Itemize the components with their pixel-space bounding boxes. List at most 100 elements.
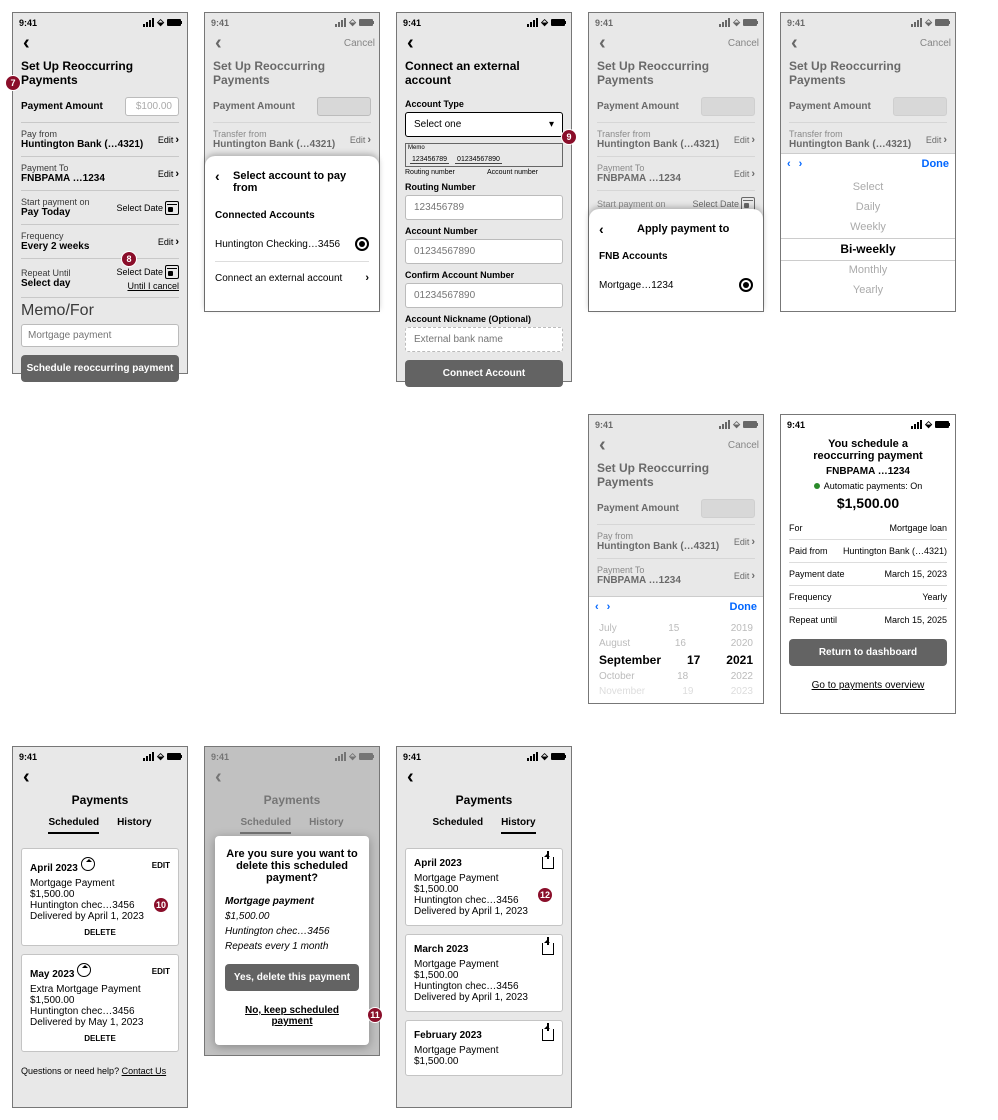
picker-done-button[interactable]: Done xyxy=(730,601,758,613)
payment-to-value: FNBPAMA …1234 xyxy=(21,173,105,184)
picker-option[interactable]: Yearly xyxy=(781,281,955,301)
back-button[interactable]: ‹ xyxy=(209,32,228,55)
back-button[interactable]: ‹ xyxy=(17,32,36,55)
wifi-icon: ⬙ xyxy=(157,17,164,28)
select-start-date[interactable]: Select Date xyxy=(116,201,179,215)
contact-us-link[interactable]: Contact Us xyxy=(122,1066,167,1076)
repeat-until-label: Repeat Until xyxy=(21,268,71,278)
edit-card-button[interactable]: EDIT xyxy=(152,861,170,870)
connect-external-row[interactable]: Connect an external account › xyxy=(215,262,369,294)
amount-input[interactable]: $100.00 xyxy=(125,97,179,116)
delete-card-button[interactable]: DELETE xyxy=(30,928,170,937)
account-type-select[interactable]: Select one ▾ xyxy=(405,112,563,137)
back-button[interactable]: ‹ xyxy=(401,766,420,789)
cancel-button[interactable]: Cancel xyxy=(344,38,375,49)
screen-confirmation: 9:41⬙ You schedule areoccurring payment … xyxy=(780,414,956,714)
routing-number-label: Routing Number xyxy=(405,182,563,192)
page-title: Payments xyxy=(13,791,187,813)
share-icon[interactable] xyxy=(542,943,554,955)
screen-date-picker: 9:41⬙ ‹Cancel Set Up Reoccurring Payment… xyxy=(588,414,764,704)
payments-overview-link[interactable]: Go to payments overview xyxy=(789,674,947,697)
page-title: Payments xyxy=(397,791,571,813)
payment-to-label: Payment To xyxy=(21,163,105,173)
annotation-badge-10: 10 xyxy=(153,897,169,913)
back-button[interactable]: ‹ xyxy=(401,32,420,55)
chevron-right-icon: › xyxy=(365,272,369,284)
picker-prev-button[interactable]: ‹ xyxy=(595,601,599,613)
picker-next-button[interactable]: › xyxy=(607,601,611,613)
edit-pay-from[interactable]: Edit› xyxy=(158,134,179,146)
screen-connect-external: 9 9:41⬙ ‹ Connect an external account Ac… xyxy=(396,12,572,382)
routing-caption: Routing number xyxy=(405,169,481,176)
picker-option[interactable]: Select xyxy=(781,178,955,198)
until-cancel-link[interactable]: Until I cancel xyxy=(116,281,179,291)
routing-number-input[interactable] xyxy=(405,195,563,220)
page-title: Set Up Reoccurring Payments xyxy=(13,57,187,93)
history-card: February 2023 Mortgage Payment$1,500.00 xyxy=(405,1020,563,1076)
date-row-selected[interactable]: September172021 xyxy=(589,651,763,669)
picker-option[interactable]: Daily xyxy=(781,198,955,218)
memo-input[interactable] xyxy=(21,324,179,347)
repeat-until-value: Select day xyxy=(21,278,71,289)
screen-setup: 7 8 9:41 ⬙ ‹ Set Up Reoccurring Payments… xyxy=(12,12,188,374)
start-date-value: Pay Today xyxy=(21,207,90,218)
account-option[interactable]: Huntington Checking…3456 xyxy=(215,227,369,262)
battery-icon xyxy=(167,19,181,26)
confirm-amount: $1,500.00 xyxy=(781,495,955,511)
account-number-input[interactable] xyxy=(405,239,563,264)
edit-frequency[interactable]: Edit› xyxy=(158,236,179,248)
tab-scheduled[interactable]: Scheduled xyxy=(48,817,99,834)
fnb-accounts-header: FNB Accounts xyxy=(599,251,753,262)
nickname-input[interactable] xyxy=(405,327,563,352)
share-icon[interactable] xyxy=(542,1029,554,1041)
share-icon[interactable] xyxy=(542,857,554,869)
modal-title: Are you sure you want to delete this sch… xyxy=(225,848,359,884)
nickname-label: Account Nickname (Optional) xyxy=(405,314,563,324)
chevron-right-icon: › xyxy=(175,236,179,248)
date-picker[interactable]: ‹› Done July152019 August162020 Septembe… xyxy=(589,596,763,703)
calendar-icon xyxy=(165,265,179,279)
mortgage-option[interactable]: Mortgage…1234 xyxy=(599,268,753,302)
confirm-account-input[interactable] xyxy=(405,283,563,308)
delete-card-button[interactable]: DELETE xyxy=(30,1034,170,1043)
edit-card-button[interactable]: EDIT xyxy=(152,967,170,976)
select-repeat-date[interactable]: Select Date xyxy=(116,265,179,279)
picker-done-button[interactable]: Done xyxy=(922,158,950,170)
confirm-account-label: Confirm Account Number xyxy=(405,270,563,280)
memo-label: Memo/For xyxy=(21,302,179,320)
recurring-icon xyxy=(81,857,95,871)
recurring-icon xyxy=(77,963,91,977)
connect-account-button[interactable]: Connect Account xyxy=(405,360,563,387)
edit-payment-to[interactable]: Edit› xyxy=(158,168,179,180)
status-icons: ⬙ xyxy=(143,17,181,28)
connected-accounts-header: Connected Accounts xyxy=(215,210,369,221)
annotation-badge-12: 12 xyxy=(537,887,553,903)
picker-option[interactable]: Monthly xyxy=(781,261,955,281)
picker-prev-button[interactable]: ‹ xyxy=(787,158,791,170)
radio-selected-icon xyxy=(739,278,753,292)
screen-select-account: 9:41⬙ ‹Cancel Set Up Reoccurring Payment… xyxy=(204,12,380,312)
return-dashboard-button[interactable]: Return to dashboard xyxy=(789,639,947,666)
screen-delete-confirm: 11 9:41⬙ ‹ Payments ScheduledHistory Are… xyxy=(204,746,380,1056)
picker-option[interactable]: Weekly xyxy=(781,218,955,238)
picker-option-selected[interactable]: Bi-weekly xyxy=(781,238,955,262)
screen-payments-scheduled: 10 9:41⬙ ‹ Payments Scheduled History Ap… xyxy=(12,746,188,1108)
back-button[interactable]: ‹ xyxy=(17,766,36,789)
sheet-back-button[interactable]: ‹ xyxy=(215,168,220,184)
chevron-right-icon: › xyxy=(175,168,179,180)
tab-history[interactable]: History xyxy=(501,817,535,834)
sheet-back-button[interactable]: ‹ xyxy=(599,221,604,237)
frequency-picker[interactable]: ‹ › Done Select Daily Weekly Bi-weekly Mo… xyxy=(781,153,955,311)
confirm-delete-button[interactable]: Yes, delete this payment xyxy=(225,964,359,991)
screen-apply-payment: 9:41⬙ ‹Cancel Set Up Reoccurring Payment… xyxy=(588,12,764,312)
picker-next-button[interactable]: › xyxy=(799,158,803,170)
cancel-delete-link[interactable]: No, keep scheduled payment xyxy=(225,999,359,1033)
tab-history[interactable]: History xyxy=(117,817,151,834)
amount-label: Payment Amount xyxy=(21,101,103,112)
signal-icon xyxy=(143,18,154,27)
schedule-payment-button[interactable]: Schedule reoccurring payment xyxy=(21,355,179,382)
payment-card: May 2023 EDIT Extra Mortgage Payment $1,… xyxy=(21,954,179,1052)
tab-scheduled[interactable]: Scheduled xyxy=(432,817,483,834)
frequency-value: Every 2 weeks xyxy=(21,241,89,252)
account-type-label: Account Type xyxy=(405,99,563,109)
